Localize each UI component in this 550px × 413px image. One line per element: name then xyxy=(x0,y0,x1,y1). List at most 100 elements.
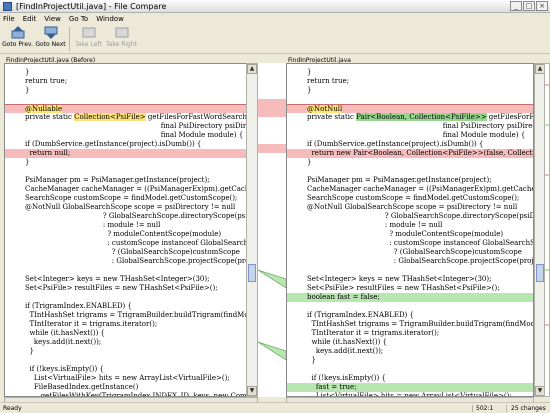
minimize-button[interactable]: _ xyxy=(510,1,522,11)
title-bar: [FindInProjectUtil.java] - File Compare … xyxy=(0,0,550,13)
code-line: ? GlobalSearchScope.directoryScope(psiDi… xyxy=(25,212,257,220)
code-line: } xyxy=(307,86,312,94)
code-line: return new Pair<Boolean, Collection<PsiF… xyxy=(287,149,533,158)
code-line: final PsiDirectory psiDirectory, xyxy=(307,122,533,130)
left-editor-pane[interactable]: } return true;} @Nullable private static Co… xyxy=(4,63,258,397)
code-line: @NotNull GlobalSearchScope scope = psiDi… xyxy=(307,203,518,211)
code-line: } xyxy=(25,158,30,166)
code-line: if (DumbService.getInstance(project).isD… xyxy=(25,140,202,148)
changed-token: Collection<PsiFile> xyxy=(74,113,146,121)
changed-token: Pair<Boolean, Collection<PsiFile>> xyxy=(356,113,487,121)
left-vertical-scrollbar[interactable]: ▲ ▼ xyxy=(246,63,258,397)
code-line: if (!keys.isEmpty()) { xyxy=(307,374,386,382)
right-scroll-thumb[interactable] xyxy=(536,264,544,282)
overview-change-mark[interactable] xyxy=(545,269,549,271)
goto-prev-label: Goto Prev. xyxy=(2,41,33,48)
diff-overview-ruler[interactable] xyxy=(544,63,550,397)
take-left-label: Take Left xyxy=(75,41,102,48)
code-line: return true; xyxy=(307,77,350,85)
right-editor-pane[interactable]: } return true;} @NotNull private static Pai… xyxy=(286,63,534,397)
code-line: keys.add(it.next()); xyxy=(307,347,384,355)
code-line: TIntIterator it = trigrams.iterator(); xyxy=(25,320,158,328)
scroll-up-arrow-icon[interactable]: ▲ xyxy=(247,64,257,74)
code-line: while (it.hasNext()) { xyxy=(307,338,387,346)
take-left-button[interactable]: Take Left xyxy=(73,26,104,52)
code-line: List<VirtualFile> hits = new ArrayList<V… xyxy=(25,374,230,382)
overview-change-mark[interactable] xyxy=(545,124,549,126)
menu-file[interactable]: File xyxy=(3,15,15,23)
code-line: if (DumbService.getInstance(project).isD… xyxy=(307,140,484,148)
overview-change-mark[interactable] xyxy=(545,324,549,326)
code-line: Set<PsiFile> resultFiles = new THashSet<… xyxy=(25,284,218,292)
overview-change-mark[interactable] xyxy=(545,174,549,176)
code-line: TIntHashSet trigrams = TrigramBuilder.bu… xyxy=(307,320,533,328)
menu-edit[interactable]: Edit xyxy=(23,15,37,23)
code-line: if (!keys.isEmpty()) { xyxy=(25,365,104,373)
scroll-down-arrow-icon[interactable]: ▼ xyxy=(247,386,257,396)
code-line: @NotNull GlobalSearchScope scope = psiDi… xyxy=(25,203,236,211)
code-line: boolean fast = false; xyxy=(287,293,533,302)
insert-connector-1 xyxy=(258,269,286,289)
code-line: while (it.hasNext()) { xyxy=(25,329,105,337)
change-count: 25 changes xyxy=(506,404,550,412)
menu-window[interactable]: Window xyxy=(96,15,124,23)
overview-change-mark[interactable] xyxy=(545,84,549,86)
goto-next-button[interactable]: Goto Next xyxy=(35,26,66,52)
code-line: SearchScope customScope = findModel.getC… xyxy=(25,194,238,202)
code-line: @Nullable xyxy=(5,104,257,113)
code-line: final Module module) { xyxy=(25,131,244,139)
code-line: } xyxy=(307,158,312,166)
maximize-button[interactable]: □ xyxy=(523,1,535,11)
status-bar: Ready 502:1 25 changes xyxy=(0,402,550,413)
code-line: TIntHashSet trigrams = TrigramBuilder.bu… xyxy=(25,311,257,319)
arrow-down-icon xyxy=(44,26,58,39)
menu-view[interactable]: View xyxy=(44,15,61,23)
code-line: : GlobalSearchScope.projectScope(project… xyxy=(307,257,533,265)
cursor-position: 502:1 xyxy=(472,404,506,412)
app-icon xyxy=(3,1,12,11)
window-controls: _ □ × xyxy=(510,1,548,11)
menu-goto[interactable]: Go To xyxy=(69,15,88,23)
code-line: final Module module) { xyxy=(307,131,526,139)
code-line: ? moduleContentScope(module) xyxy=(25,230,222,238)
arrow-up-icon xyxy=(11,26,25,39)
code-line: CacheManager cacheManager = ((PsiManager… xyxy=(25,185,257,193)
code-line: ? GlobalSearchScope.directoryScope(psiDi… xyxy=(307,212,533,220)
code-line: : module != null xyxy=(25,221,161,229)
code-line: } xyxy=(307,68,312,76)
window-title: [FindInProjectUtil.java] - File Compare xyxy=(16,1,167,11)
code-line: ? moduleContentScope(module) xyxy=(307,230,504,238)
code-line: } xyxy=(25,68,30,76)
code-line: Set<PsiFile> resultFiles = new THashSet<… xyxy=(307,284,500,292)
code-line: FileBasedIndex.getInstance() xyxy=(25,383,139,391)
code-line: fast = true; xyxy=(287,383,533,392)
take-right-icon xyxy=(115,26,129,39)
code-line: ? (GlobalSearchScope)customScope xyxy=(307,248,522,256)
goto-prev-button[interactable]: Goto Prev. xyxy=(2,26,33,52)
code-line: private static Collection<PsiFile> getFi… xyxy=(25,113,257,121)
take-right-button[interactable]: Take Right xyxy=(106,26,137,52)
take-right-label: Take Right xyxy=(106,41,138,48)
code-line: : customScope instanceof GlobalSearchSco… xyxy=(307,239,533,247)
status-text: Ready xyxy=(3,404,22,412)
change-connector-2 xyxy=(258,144,286,153)
changed-token: @NotNull xyxy=(307,105,343,113)
goto-next-label: Goto Next xyxy=(35,41,66,48)
take-left-icon xyxy=(82,26,96,39)
code-line: PsiManager pm = PsiManager.getInstance(p… xyxy=(25,176,210,184)
change-connector-1 xyxy=(258,99,286,117)
code-line: return null; xyxy=(5,149,257,158)
code-line: } xyxy=(25,86,30,94)
code-line: @NotNull xyxy=(287,104,533,113)
code-line: final PsiDirectory psiDirectory, xyxy=(25,122,257,130)
changed-token: @Nullable xyxy=(25,105,63,113)
left-scroll-thumb[interactable] xyxy=(248,264,256,282)
close-button[interactable]: × xyxy=(536,1,548,11)
code-line: CacheManager cacheManager = ((PsiManager… xyxy=(307,185,533,193)
code-line: } xyxy=(25,347,34,355)
